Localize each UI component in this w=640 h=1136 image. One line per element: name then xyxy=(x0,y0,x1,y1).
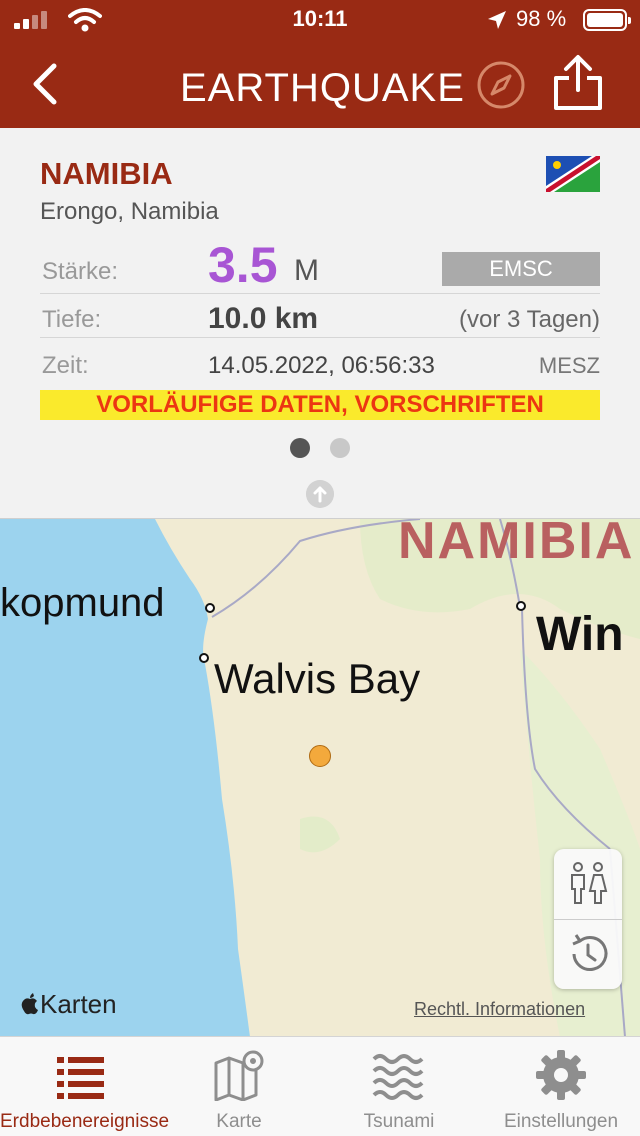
tab-tsunami[interactable]: Tsunami xyxy=(346,1037,452,1136)
tab-map[interactable]: Karte xyxy=(186,1037,292,1136)
city-marker-swakopmund xyxy=(205,603,215,613)
page-title: EARTHQUAKE xyxy=(180,66,465,110)
preliminary-data-warning[interactable]: VORLÄUFIGE DATEN, VORSCHRIFTEN xyxy=(40,390,600,420)
timezone: MESZ xyxy=(538,353,600,378)
map-label-windhoek: Win xyxy=(536,608,624,661)
location-name: Erongo, Namibia xyxy=(40,198,219,225)
tab-settings[interactable]: Einstellungen xyxy=(486,1037,636,1136)
time-label: Zeit: xyxy=(42,352,89,379)
gear-icon xyxy=(536,1050,586,1100)
magnitude-unit: M xyxy=(294,254,319,287)
region-name: NAMIBIA xyxy=(40,156,173,191)
page-indicator-dot[interactable] xyxy=(330,438,350,458)
map-icon xyxy=(214,1050,264,1101)
map-label-swakopmund: kopmund xyxy=(0,581,165,625)
tab-label: Karte xyxy=(216,1111,262,1132)
source-badge[interactable]: EMSC xyxy=(442,252,600,286)
battery-percentage: 98 % xyxy=(516,6,567,31)
map-label-country: NAMIBIA xyxy=(398,518,635,570)
legal-info-link[interactable]: Rechtl. Informationen xyxy=(414,999,585,1020)
namibia-flag-icon xyxy=(546,156,600,192)
location-arrow-icon xyxy=(488,11,506,29)
history-icon[interactable] xyxy=(554,919,622,989)
page-indicator-dot-active[interactable] xyxy=(290,438,310,458)
back-button[interactable] xyxy=(28,62,64,106)
map-attribution: Karten xyxy=(20,989,117,1020)
map-attribution-text: Karten xyxy=(40,989,117,1019)
tab-bar: Erdbebenereignisse Karte Tsunami Einstel… xyxy=(0,1036,640,1136)
map-controls xyxy=(554,849,622,989)
earthquake-info-card: NAMIBIA Erongo, Namibia Stärke: 3.5 M EM… xyxy=(0,128,640,518)
city-marker-windhoek xyxy=(516,601,526,611)
compass-icon xyxy=(477,61,525,109)
depth-label: Tiefe: xyxy=(42,306,102,333)
earthquake-marker[interactable] xyxy=(309,745,331,767)
divider xyxy=(40,337,600,338)
map-view[interactable]: NAMIBIA kopmund Walvis Bay Win Karten Re… xyxy=(0,518,640,1036)
divider xyxy=(40,293,600,294)
people-icon[interactable] xyxy=(554,849,622,919)
tab-label: Erdbebenereignisse xyxy=(0,1111,170,1132)
share-button[interactable] xyxy=(552,54,604,112)
event-datetime: 14.05.2022, 06:56:33 xyxy=(208,352,435,379)
collapse-arrow-button[interactable] xyxy=(306,480,334,508)
tab-label: Tsunami xyxy=(363,1111,435,1132)
magnitude-label: Stärke: xyxy=(42,258,119,285)
battery-icon xyxy=(583,9,631,31)
magnitude-value: 3.5 xyxy=(208,237,278,293)
depth-value: 10.0 km xyxy=(208,302,319,335)
waves-icon xyxy=(372,1054,424,1100)
relative-time: (vor 3 Tagen) xyxy=(459,306,600,333)
list-icon xyxy=(57,1057,104,1099)
apple-logo-icon xyxy=(21,993,38,1015)
tab-earthquake-events[interactable]: Erdbebenereignisse xyxy=(0,1037,180,1136)
top-bar: 10:11 98 % EARTHQUAKE xyxy=(0,0,640,128)
status-bar: 10:11 98 % xyxy=(0,0,640,40)
navigation-bar: EARTHQUAKE xyxy=(0,40,640,128)
city-marker-walvis-bay xyxy=(199,653,209,663)
map-label-walvis-bay: Walvis Bay xyxy=(214,655,421,702)
tab-label: Einstellungen xyxy=(503,1111,619,1132)
